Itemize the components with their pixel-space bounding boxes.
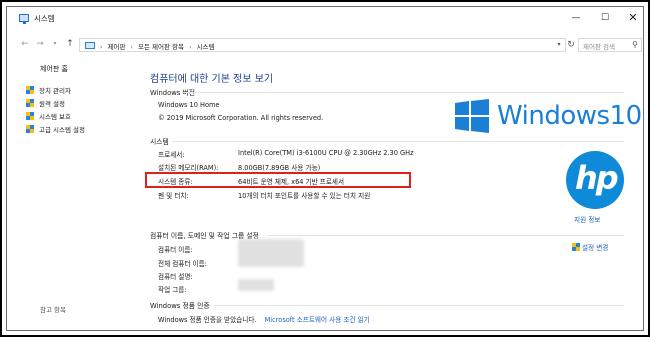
shield-icon bbox=[26, 125, 34, 133]
main-content: 컴퓨터에 대한 기본 정보 보기 Windows 버전 Windows 10 H… bbox=[132, 59, 643, 330]
left-pane: 제어판 홈 장치 관리자 원격 설정 시스템 보호 고급 시스템 설정 참고 항… bbox=[7, 59, 132, 330]
activation-status: Windows 정품 인증을 받았습니다. Microsoft 소프트웨어 사용… bbox=[158, 314, 370, 324]
windows-edition-name: Windows 10 Home bbox=[158, 101, 220, 109]
forward-button[interactable]: → bbox=[34, 37, 46, 51]
support-info-link[interactable]: 지원 정보 bbox=[574, 214, 600, 224]
breadcrumb-separator: › bbox=[100, 44, 103, 51]
windows-flag-icon bbox=[455, 99, 489, 133]
sidebar-item-advanced-settings[interactable]: 고급 시스템 설정 bbox=[26, 124, 85, 134]
breadcrumb: › 제어판 › 모든 제어판 항목 › 시스템 bbox=[100, 41, 218, 51]
back-button[interactable]: ← bbox=[19, 37, 31, 51]
breadcrumb-separator: › bbox=[189, 44, 192, 51]
minimize-button[interactable]: — bbox=[567, 10, 585, 26]
windows-10-logo: Windows10 bbox=[455, 99, 642, 135]
sidebar-item-label: 시스템 보호 bbox=[39, 113, 71, 121]
breadcrumb-item[interactable]: 시스템 bbox=[197, 43, 215, 51]
see-also-heading: 참고 항목 bbox=[40, 306, 66, 314]
control-panel-icon bbox=[85, 42, 95, 49]
computer-description-label: 컴퓨터 설명: bbox=[158, 273, 193, 281]
shield-icon bbox=[572, 243, 580, 251]
title-bar: 시스템 — ☐ ✕ bbox=[7, 7, 643, 29]
shield-icon bbox=[26, 112, 34, 120]
close-button[interactable]: ✕ bbox=[624, 10, 642, 26]
redacted-computer-name bbox=[238, 239, 304, 267]
windows-10-wordmark: Windows10 bbox=[497, 101, 642, 131]
section-divider bbox=[172, 141, 624, 142]
breadcrumb-separator: › bbox=[130, 44, 133, 51]
search-input[interactable]: 제어판 검색 ⚲ bbox=[578, 38, 642, 52]
maximize-button[interactable]: ☐ bbox=[596, 10, 614, 26]
search-placeholder: 제어판 검색 bbox=[583, 43, 615, 51]
change-settings-link[interactable]: 설정 변경 bbox=[572, 242, 608, 252]
section-divider bbox=[214, 305, 624, 306]
sidebar-item-device-manager[interactable]: 장치 관리자 bbox=[26, 85, 71, 95]
pen-touch-label: 펜 및 터치: bbox=[158, 192, 189, 200]
search-icon: ⚲ bbox=[632, 40, 638, 49]
redacted-workgroup bbox=[238, 279, 274, 291]
change-settings-label: 설정 변경 bbox=[582, 244, 609, 252]
refresh-button[interactable]: ↻ bbox=[564, 38, 578, 52]
computer-name-label: 컴퓨터 이름: bbox=[158, 246, 193, 254]
section-heading-activation: Windows 정품 인증 bbox=[150, 302, 210, 310]
page-title: 컴퓨터에 대한 기본 정보 보기 bbox=[150, 74, 274, 85]
windows-copyright: © 2019 Microsoft Corporation. All rights… bbox=[158, 114, 324, 122]
memory-label: 설치된 메모리(RAM): bbox=[158, 164, 219, 172]
screenshot-frame: 시스템 — ☐ ✕ ← → ▾ ↑ › 제어판 › 모든 제어판 항목 › 시스… bbox=[0, 0, 650, 337]
sidebar-item-label: 고급 시스템 설정 bbox=[39, 126, 85, 134]
shield-icon bbox=[26, 99, 34, 107]
processor-label: 프로세서: bbox=[158, 151, 185, 159]
hp-logo-text: hp bbox=[575, 159, 619, 197]
section-divider bbox=[268, 235, 624, 236]
memory-value: 8.00GB(7.89GB 사용 가능) bbox=[238, 164, 321, 172]
system-window: 시스템 — ☐ ✕ ← → ▾ ↑ › 제어판 › 모든 제어판 항목 › 시스… bbox=[6, 6, 644, 331]
section-divider bbox=[182, 92, 624, 93]
window-title: 시스템 bbox=[34, 14, 55, 23]
navigation-bar: ← → ▾ ↑ › 제어판 › 모든 제어판 항목 › 시스템 ▾ ↻ 제어판 … bbox=[7, 31, 643, 59]
up-button[interactable]: ↑ bbox=[64, 37, 76, 51]
hp-logo: hp bbox=[566, 151, 624, 209]
shield-icon bbox=[26, 86, 34, 94]
breadcrumb-item[interactable]: 모든 제어판 항목 bbox=[138, 43, 184, 51]
system-type-highlight-box bbox=[145, 172, 411, 188]
sidebar-item-label: 장치 관리자 bbox=[39, 87, 71, 95]
license-terms-link[interactable]: Microsoft 소프트웨어 사용 조건 읽기 bbox=[265, 316, 370, 324]
section-heading-system: 시스템 bbox=[150, 138, 169, 146]
full-computer-name-label: 전체 컴퓨터 이름: bbox=[158, 260, 207, 268]
control-panel-home-link[interactable]: 제어판 홈 bbox=[40, 64, 68, 74]
address-bar[interactable]: › 제어판 › 모든 제어판 항목 › 시스템 bbox=[79, 38, 566, 52]
pen-touch-value: 10개의 터치 포인트를 사용할 수 있는 터치 지원 bbox=[238, 192, 371, 200]
system-app-icon bbox=[19, 14, 29, 24]
recent-locations-button[interactable]: ▾ bbox=[49, 37, 61, 51]
processor-value: Intel(R) Core(TM) i3-6100U CPU @ 2.30GHz… bbox=[238, 149, 414, 157]
sidebar-item-system-protection[interactable]: 시스템 보호 bbox=[26, 111, 71, 121]
breadcrumb-item[interactable]: 제어판 bbox=[107, 43, 125, 51]
sidebar-item-remote-settings[interactable]: 원격 설정 bbox=[26, 98, 65, 108]
workgroup-label: 작업 그룹: bbox=[158, 286, 187, 294]
sidebar-item-label: 원격 설정 bbox=[39, 100, 65, 108]
activation-status-text: Windows 정품 인증을 받았습니다. bbox=[158, 316, 257, 324]
